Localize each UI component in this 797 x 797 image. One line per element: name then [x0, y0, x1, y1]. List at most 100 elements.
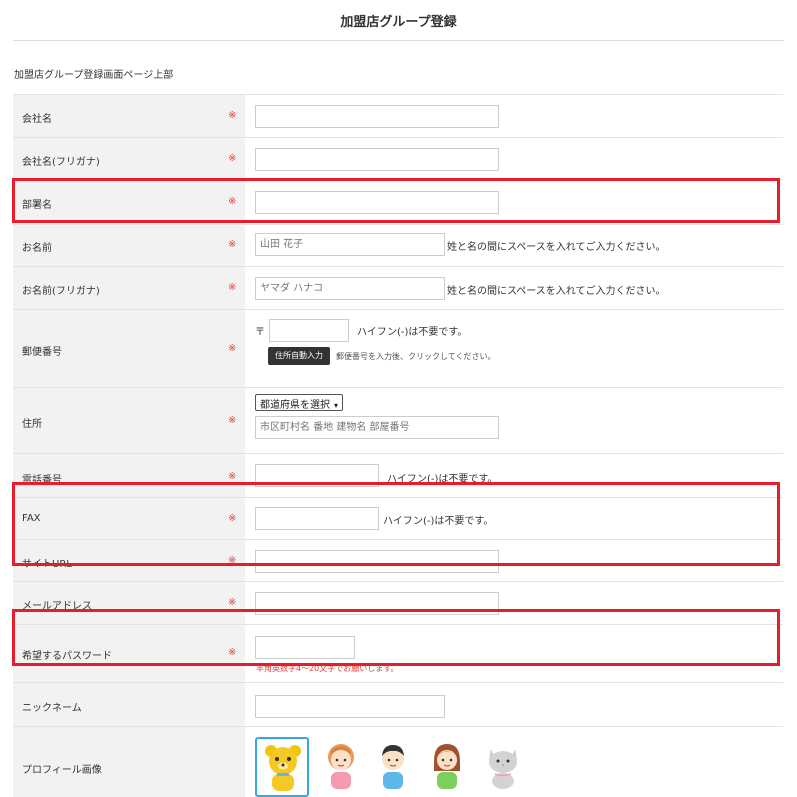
field-cell [245, 95, 783, 137]
label-cell: 会社名(フリガナ) ※ [13, 138, 245, 179]
label-cell: サイトURL ※ [13, 540, 245, 581]
nickname-input[interactable] [255, 695, 445, 718]
field-cell [245, 582, 783, 624]
prefecture-select[interactable]: 都道府県を選択 ▾ [255, 394, 344, 411]
company-kana-label: 会社名(フリガナ) [22, 157, 100, 168]
label-cell: 電話番号 ※ [13, 454, 245, 497]
label-cell: 郵便番号 ※ [13, 310, 245, 387]
postal-prefix: 〒 [255, 327, 265, 338]
field-cell: ハイフン(-)は不要です。 [245, 454, 783, 497]
label-cell: 部署名 ※ [13, 180, 245, 224]
password-note: 半角英数字4～20文字でお願いします。 [256, 664, 399, 673]
chevron-down-icon: ▾ [334, 401, 339, 410]
postal-input[interactable] [269, 319, 349, 342]
required-mark: ※ [228, 597, 237, 608]
row-name: お名前 ※ 姓と名の間にスペースを入れてご入力ください。 [13, 225, 783, 267]
label-cell: プロフィール画像 [13, 727, 245, 797]
label-cell: ニックネーム [13, 683, 245, 726]
phone-label: 電話番号 [22, 475, 62, 486]
email-label: メールアドレス [22, 601, 92, 612]
phone-input[interactable] [255, 464, 379, 487]
company-name-input[interactable] [255, 105, 499, 128]
address-input[interactable] [255, 416, 499, 439]
required-mark: ※ [228, 282, 237, 293]
site-url-label: サイトURL [22, 559, 72, 570]
field-cell [245, 180, 783, 224]
required-mark: ※ [228, 415, 237, 426]
cat-avatar-option[interactable] [477, 737, 531, 797]
row-name-kana: お名前(フリガナ) ※ 姓と名の間にスペースを入れてご入力ください。 [13, 267, 783, 310]
boy-avatar-option[interactable] [367, 737, 421, 797]
required-mark: ※ [228, 513, 237, 524]
postal-note: ハイフン(-)は不要です。 [357, 327, 468, 338]
header-divider [13, 40, 784, 41]
required-mark: ※ [228, 196, 237, 207]
required-mark: ※ [228, 239, 237, 250]
label-cell: FAX ※ [13, 498, 245, 539]
autofill-note: 郵便番号を入力後、クリックしてください。 [336, 352, 496, 361]
field-cell [245, 138, 783, 179]
field-cell [245, 540, 783, 581]
row-company-kana: 会社名(フリガナ) ※ [13, 138, 783, 180]
registration-form: 会社名 ※ 会社名(フリガナ) ※ 部署名 ※ お名前 ※ 山田 花子 姓と名の… [13, 94, 783, 797]
company-name-label: 会社名 [22, 114, 52, 125]
girl-avatar-option[interactable] [315, 737, 369, 797]
row-fax: FAX ※ ハイフン(-)は不要です。 [13, 498, 783, 540]
profile-image-label: プロフィール画像 [22, 765, 102, 776]
fax-label: FAX [22, 513, 41, 524]
field-cell [245, 727, 783, 797]
department-input[interactable] [255, 191, 499, 214]
label-cell: メールアドレス ※ [13, 582, 245, 624]
row-site-url: サイトURL ※ [13, 540, 783, 582]
boy-avatar-icon [382, 745, 404, 789]
bear-avatar-option[interactable] [255, 737, 309, 797]
field-cell: 半角英数字4～20文字でお願いします。 [245, 625, 783, 682]
cat-avatar-icon [489, 749, 517, 789]
row-profile-image: プロフィール画像 [13, 727, 783, 797]
prefecture-select-value: 都道府県を選択 [260, 400, 330, 411]
fax-input[interactable] [255, 507, 379, 530]
page-title: 加盟店グループ登録 [340, 15, 457, 30]
name-label: お名前 [22, 243, 52, 254]
email-input[interactable] [255, 592, 499, 615]
postal-label: 郵便番号 [22, 347, 62, 358]
label-cell: 住所 ※ [13, 388, 245, 453]
field-cell [245, 683, 783, 726]
required-mark: ※ [228, 471, 237, 482]
required-mark: ※ [228, 153, 237, 164]
password-label: 希望するパスワード [22, 651, 112, 662]
company-kana-input[interactable] [255, 148, 499, 171]
row-password: 希望するパスワード ※ 半角英数字4～20文字でお願いします。 [13, 625, 783, 683]
required-mark: ※ [228, 555, 237, 566]
girl-avatar-icon [328, 744, 354, 789]
field-cell: 姓と名の間にスペースを入れてご入力ください。 [245, 225, 783, 266]
label-cell: お名前(フリガナ) ※ [13, 267, 245, 309]
row-company-name: 会社名 ※ [13, 95, 783, 138]
name-kana-input[interactable] [255, 277, 445, 300]
password-input[interactable] [255, 636, 355, 659]
phone-note: ハイフン(-)は不要です。 [387, 474, 498, 485]
row-nickname: ニックネーム [13, 683, 783, 727]
label-cell: お名前 ※ [13, 225, 245, 266]
name-input[interactable] [255, 233, 445, 256]
row-department: 部署名 ※ [13, 180, 783, 225]
field-cell: 〒 ハイフン(-)は不要です。 住所自動入力 郵便番号を入力後、クリックしてくだ… [245, 310, 783, 387]
field-cell: 姓と名の間にスペースを入れてご入力ください。 [245, 267, 783, 309]
name-note: 姓と名の間にスペースを入れてご入力ください。 [447, 242, 666, 253]
row-address: 住所 ※ 都道府県を選択 ▾ [13, 388, 783, 454]
department-label: 部署名 [22, 200, 52, 211]
field-cell: ハイフン(-)は不要です。 [245, 498, 783, 539]
row-postal: 郵便番号 ※ 〒 ハイフン(-)は不要です。 住所自動入力 郵便番号を入力後、ク… [13, 310, 783, 388]
nickname-label: ニックネーム [22, 703, 82, 714]
site-url-input[interactable] [255, 550, 499, 573]
address-label: 住所 [22, 419, 42, 430]
address-autofill-button[interactable]: 住所自動入力 [268, 347, 330, 365]
required-mark: ※ [228, 343, 237, 354]
intro-text: 加盟店グループ登録画面ページ上部 [14, 70, 174, 81]
label-cell: 希望するパスワード ※ [13, 625, 245, 682]
woman-avatar-icon [434, 744, 460, 789]
name-kana-label: お名前(フリガナ) [22, 286, 100, 297]
row-phone: 電話番号 ※ ハイフン(-)は不要です。 [13, 454, 783, 498]
required-mark: ※ [228, 110, 237, 121]
woman-avatar-option[interactable] [421, 737, 475, 797]
